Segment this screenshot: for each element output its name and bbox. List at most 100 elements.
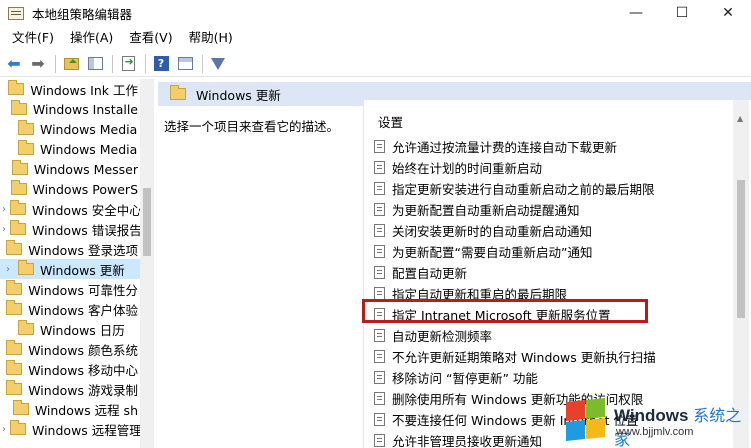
expand-chevron-icon[interactable]: › xyxy=(2,424,6,435)
back-button[interactable]: ⬅ xyxy=(3,53,25,75)
policy-setting-icon xyxy=(374,433,385,447)
folder-icon xyxy=(6,300,23,315)
setting-row[interactable]: 始终在计划的时间重新启动 xyxy=(374,157,722,177)
tree-scrollbar-thumb[interactable] xyxy=(143,188,151,256)
up-one-level-button[interactable] xyxy=(60,53,82,75)
setting-row[interactable]: 配置自动更新 xyxy=(374,262,722,282)
settings-scrollbar-thumb[interactable] xyxy=(737,180,745,318)
setting-row[interactable]: 为更新配置自动重新启动提醒通知 xyxy=(374,199,722,219)
tree-item[interactable]: Windows 可靠性分 xyxy=(0,279,140,299)
tree-item-label: Windows 可靠性分 xyxy=(28,282,138,298)
tree-item-label: Windows 颜色系统 xyxy=(28,342,138,358)
tree-item[interactable]: Windows 颜色系统 xyxy=(0,339,140,359)
gpedit-app-icon xyxy=(8,6,24,20)
folder-icon xyxy=(6,340,23,355)
tree-item-label: Windows Media xyxy=(40,121,138,137)
policy-setting-icon xyxy=(374,286,385,300)
tree-item[interactable]: › Windows 错误报告 xyxy=(0,219,140,239)
tree-item[interactable]: Windows PowerS xyxy=(0,179,140,199)
tree-scrollbar[interactable] xyxy=(140,79,154,448)
folder-icon xyxy=(10,180,27,195)
expand-chevron-icon[interactable]: › xyxy=(2,264,14,275)
setting-label: 允许通过按流量计费的连接自动下载更新 xyxy=(392,139,618,155)
toolbar-separator xyxy=(145,54,146,73)
tree-item[interactable]: Windows 客户体验 xyxy=(0,299,140,319)
policy-setting-icon xyxy=(374,328,385,342)
tree-item[interactable]: › Windows 更新 xyxy=(0,259,140,279)
back-arrow-icon: ⬅ xyxy=(7,53,21,73)
policy-setting-icon xyxy=(374,181,385,195)
filter-button[interactable] xyxy=(207,53,229,75)
show-hide-tree-button[interactable] xyxy=(84,53,106,75)
tree-item[interactable]: › Windows 安全中心 xyxy=(0,199,140,219)
minimize-button[interactable]: — xyxy=(613,0,659,26)
tree-item-label: Windows 错误报告 xyxy=(32,222,140,238)
logo-quadrant xyxy=(586,398,605,419)
folder-icon xyxy=(10,420,26,435)
forward-button[interactable]: ➡ xyxy=(27,53,49,75)
help-button[interactable]: ? xyxy=(150,53,172,75)
setting-row[interactable]: 自动更新检测频率 xyxy=(374,325,722,345)
setting-label: 不允许更新延期策略对 Windows 更新执行扫描 xyxy=(392,349,656,365)
details-header-title: Windows 更新 xyxy=(196,87,281,103)
setting-label: 允许非管理员接收更新通知 xyxy=(392,433,543,448)
folder-icon xyxy=(10,100,27,115)
folder-icon xyxy=(10,220,26,235)
folder-icon xyxy=(18,320,34,335)
toolbar-separator xyxy=(55,54,56,73)
windows-logo-icon xyxy=(564,398,606,441)
folder-icon xyxy=(10,200,26,215)
menu-action[interactable]: 操作(A) xyxy=(62,27,121,49)
tree-item-label: Windows Media xyxy=(40,141,138,157)
tree-item[interactable]: Windows Media xyxy=(0,119,140,139)
filter-icon xyxy=(211,57,225,70)
tree-item[interactable]: › Windows 远程管理 xyxy=(0,419,140,439)
policy-setting-icon xyxy=(374,412,385,426)
logo-quadrant xyxy=(586,418,605,439)
tree-item[interactable]: Windows 远程 sh xyxy=(0,399,140,419)
policy-setting-icon xyxy=(374,244,385,258)
maximize-button[interactable]: ☐ xyxy=(659,0,705,26)
expand-chevron-icon[interactable]: › xyxy=(2,224,6,235)
setting-row[interactable]: 不允许更新延期策略对 Windows 更新执行扫描 xyxy=(374,346,722,366)
tree-item-label: Windows Messer xyxy=(33,161,138,177)
tree-item-label: Windows 登录选项 xyxy=(28,242,138,258)
policy-tree[interactable]: Windows Ink 工作 Windows Installe Windows Me… xyxy=(0,79,154,448)
forward-arrow-icon: ➡ xyxy=(31,53,45,73)
tree-item[interactable]: Windows 日历 xyxy=(0,319,140,339)
tree-item[interactable]: Windows Installe xyxy=(0,99,140,119)
tree-item[interactable]: Windows Messer xyxy=(0,159,140,179)
setting-label: 为更新配置自动重新启动提醒通知 xyxy=(392,202,580,218)
menu-view[interactable]: 查看(V) xyxy=(121,27,180,49)
tree-item[interactable]: Windows Media xyxy=(0,139,140,159)
setting-row[interactable]: 关闭安装更新时的自动重新启动通知 xyxy=(374,220,722,240)
title-bar: 本地组策略编辑器 — ☐ ✕ xyxy=(0,0,751,26)
show-hide-tree-icon xyxy=(87,57,103,70)
menu-bar: 文件(F) 操作(A) 查看(V) 帮助(H) xyxy=(0,27,751,49)
scroll-up-arrow-icon[interactable]: ▲ xyxy=(737,114,743,123)
tree-item-label: Windows PowerS xyxy=(32,181,139,197)
tree-item-label: Windows Installe xyxy=(32,101,138,117)
tree-item-label: Windows 客户体验 xyxy=(28,302,138,318)
menu-help[interactable]: 帮助(H) xyxy=(181,27,241,49)
export-list-button[interactable] xyxy=(117,53,139,75)
tree-item[interactable]: Windows 登录选项 xyxy=(0,239,140,259)
menu-file[interactable]: 文件(F) xyxy=(4,27,62,49)
setting-row[interactable]: 允许通过按流量计费的连接自动下载更新 xyxy=(374,136,722,156)
help-icon: ? xyxy=(153,56,169,71)
folder-icon xyxy=(6,240,23,255)
tree-item[interactable]: Windows 移动中心 xyxy=(0,359,140,379)
highlight-annotation xyxy=(362,299,648,323)
export-list-icon xyxy=(121,55,135,71)
setting-row[interactable]: 移除访问 “暂停更新” 功能 xyxy=(374,367,722,387)
view-button[interactable] xyxy=(174,53,196,75)
close-button[interactable]: ✕ xyxy=(705,0,751,26)
setting-row[interactable]: 指定更新安装进行自动重新启动之前的最后期限 xyxy=(374,178,722,198)
tree-item[interactable]: Windows Ink 工作 xyxy=(0,79,140,99)
setting-label: 始终在计划的时间重新启动 xyxy=(392,160,543,176)
tree-item[interactable]: Windows 游戏录制 xyxy=(0,379,140,399)
column-header-settings[interactable]: 设置 xyxy=(378,112,403,131)
view-icon xyxy=(177,57,193,70)
setting-row[interactable]: 为更新配置“需要自动重新启动”通知 xyxy=(374,241,722,261)
expand-chevron-icon[interactable]: › xyxy=(2,204,6,215)
